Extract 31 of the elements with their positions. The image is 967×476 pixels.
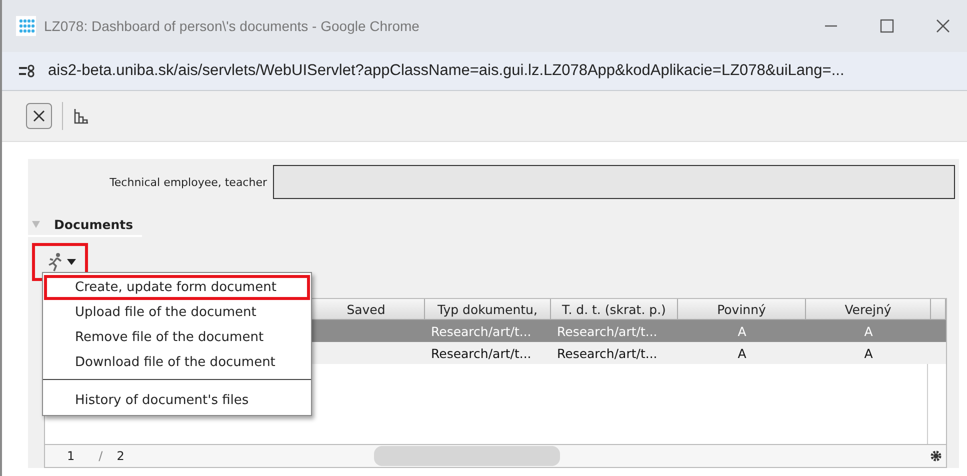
field-label: Technical employee, teacher	[110, 176, 267, 188]
settings-icon[interactable]	[930, 450, 942, 462]
input-field[interactable]	[273, 165, 955, 199]
menu-item[interactable]: Create, update form document	[44, 275, 310, 300]
page-count: 2	[116, 449, 124, 463]
table-cell-text: Research/art/t...	[430, 322, 532, 340]
table-cell-text: A	[863, 344, 874, 362]
column-header[interactable]: Typ dokumentu,	[425, 299, 551, 319]
page-number[interactable]: 1	[67, 449, 75, 463]
menu-item[interactable]: History of document's files	[44, 388, 310, 413]
close-icon[interactable]	[936, 19, 950, 33]
hierarchy-icon[interactable]	[73, 108, 89, 124]
table-cell-text: Research/art/t...	[556, 322, 658, 340]
close-button[interactable]	[26, 103, 52, 129]
table-cell-text: A	[736, 322, 748, 340]
table-cell-text: Research/art/t...	[556, 344, 658, 362]
table-cell-text: A	[863, 322, 874, 340]
page-separator: /	[98, 449, 103, 463]
maximize-icon[interactable]	[880, 19, 894, 33]
table-cell-text: Research/art/t...	[430, 344, 532, 362]
app-logo-icon	[16, 16, 36, 36]
column-header[interactable]: Povinný	[678, 299, 806, 319]
caret-icon	[66, 259, 76, 265]
table-cell-text: A	[736, 344, 748, 362]
horizontal-scrollbar[interactable]	[374, 446, 560, 466]
section-title: Documents	[54, 216, 134, 232]
close-icon	[33, 110, 45, 122]
column-header[interactable]: Verejný	[806, 299, 931, 319]
column-header[interactable]: T. d. t. (skrat. p.)	[551, 299, 678, 319]
site-settings-icon[interactable]	[18, 64, 36, 78]
window-title: LZ078: Dashboard of person\'s documents - Google Chrome	[44, 18, 420, 34]
